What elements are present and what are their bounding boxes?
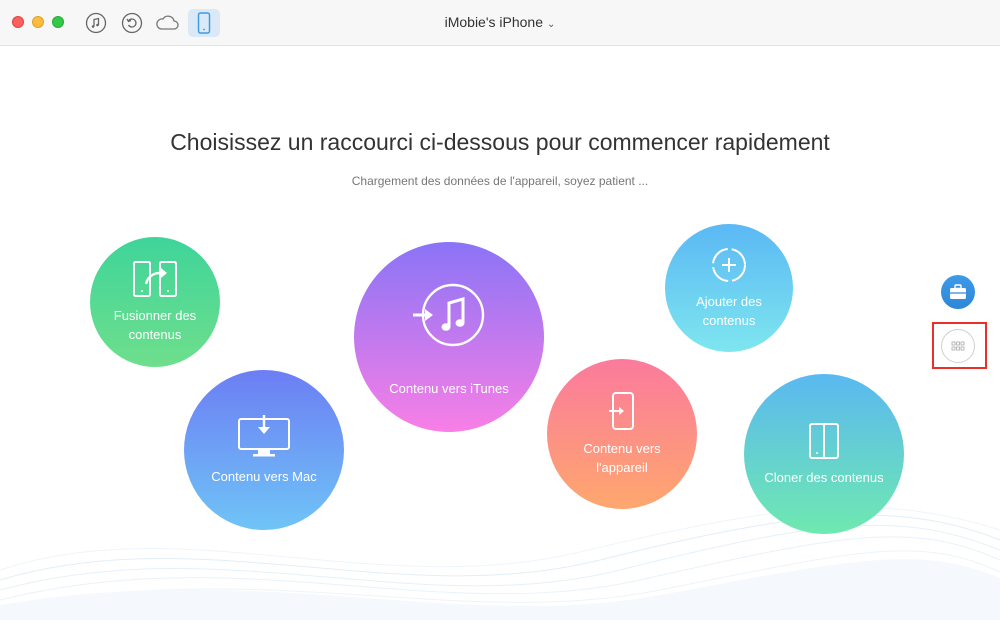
main-content: Choisissez un raccourci ci-dessous pour … — [0, 46, 1000, 620]
chevron-down-icon: ⌄ — [547, 19, 556, 30]
shortcut-merge-label: Fusionner des contenus — [113, 308, 197, 342]
loading-status: Chargement des données de l'appareil, so… — [351, 174, 649, 188]
shortcut-device-label: Contenu vers l'appareil — [583, 441, 661, 475]
title-bar: iMobie's iPhone ⌄ — [0, 0, 1000, 46]
itunes-icon — [413, 283, 485, 346]
phone-import-icon — [609, 392, 634, 430]
monitor-download-icon — [238, 414, 290, 456]
device-name: iMobie's iPhone — [444, 14, 543, 30]
shortcut-mac-label: Contenu vers Mac — [211, 468, 317, 484]
shortcut-add-label: Ajouter des contenus — [696, 294, 762, 328]
shortcut-content-to-itunes[interactable]: Contenu vers iTunes — [354, 242, 544, 432]
device-selector[interactable]: iMobie's iPhone ⌄ — [0, 14, 1000, 30]
shortcut-clone-label: Cloner des contenus — [764, 469, 884, 485]
shortcut-add-contents[interactable]: Ajouter des contenus — [665, 224, 793, 352]
shortcut-merge-contents[interactable]: Fusionner des contenus — [90, 237, 220, 367]
shortcut-itunes-label: Contenu vers iTunes — [389, 380, 509, 396]
clone-icon — [809, 422, 839, 459]
shortcut-content-to-device[interactable]: Contenu vers l'appareil — [547, 359, 697, 509]
merge-icon — [133, 261, 177, 297]
shortcut-content-to-mac[interactable]: Contenu vers Mac — [184, 370, 344, 530]
more-shortcuts-button[interactable] — [941, 329, 975, 363]
toolbox-icon — [950, 284, 966, 299]
grid-dots-icon — [951, 341, 965, 351]
page-title: Choisissez un raccourci ci-dessous pour … — [170, 129, 830, 155]
shortcut-clone-contents[interactable]: Cloner des contenus — [744, 374, 904, 534]
add-circle-icon — [712, 248, 746, 282]
toolbox-button[interactable] — [941, 275, 975, 309]
